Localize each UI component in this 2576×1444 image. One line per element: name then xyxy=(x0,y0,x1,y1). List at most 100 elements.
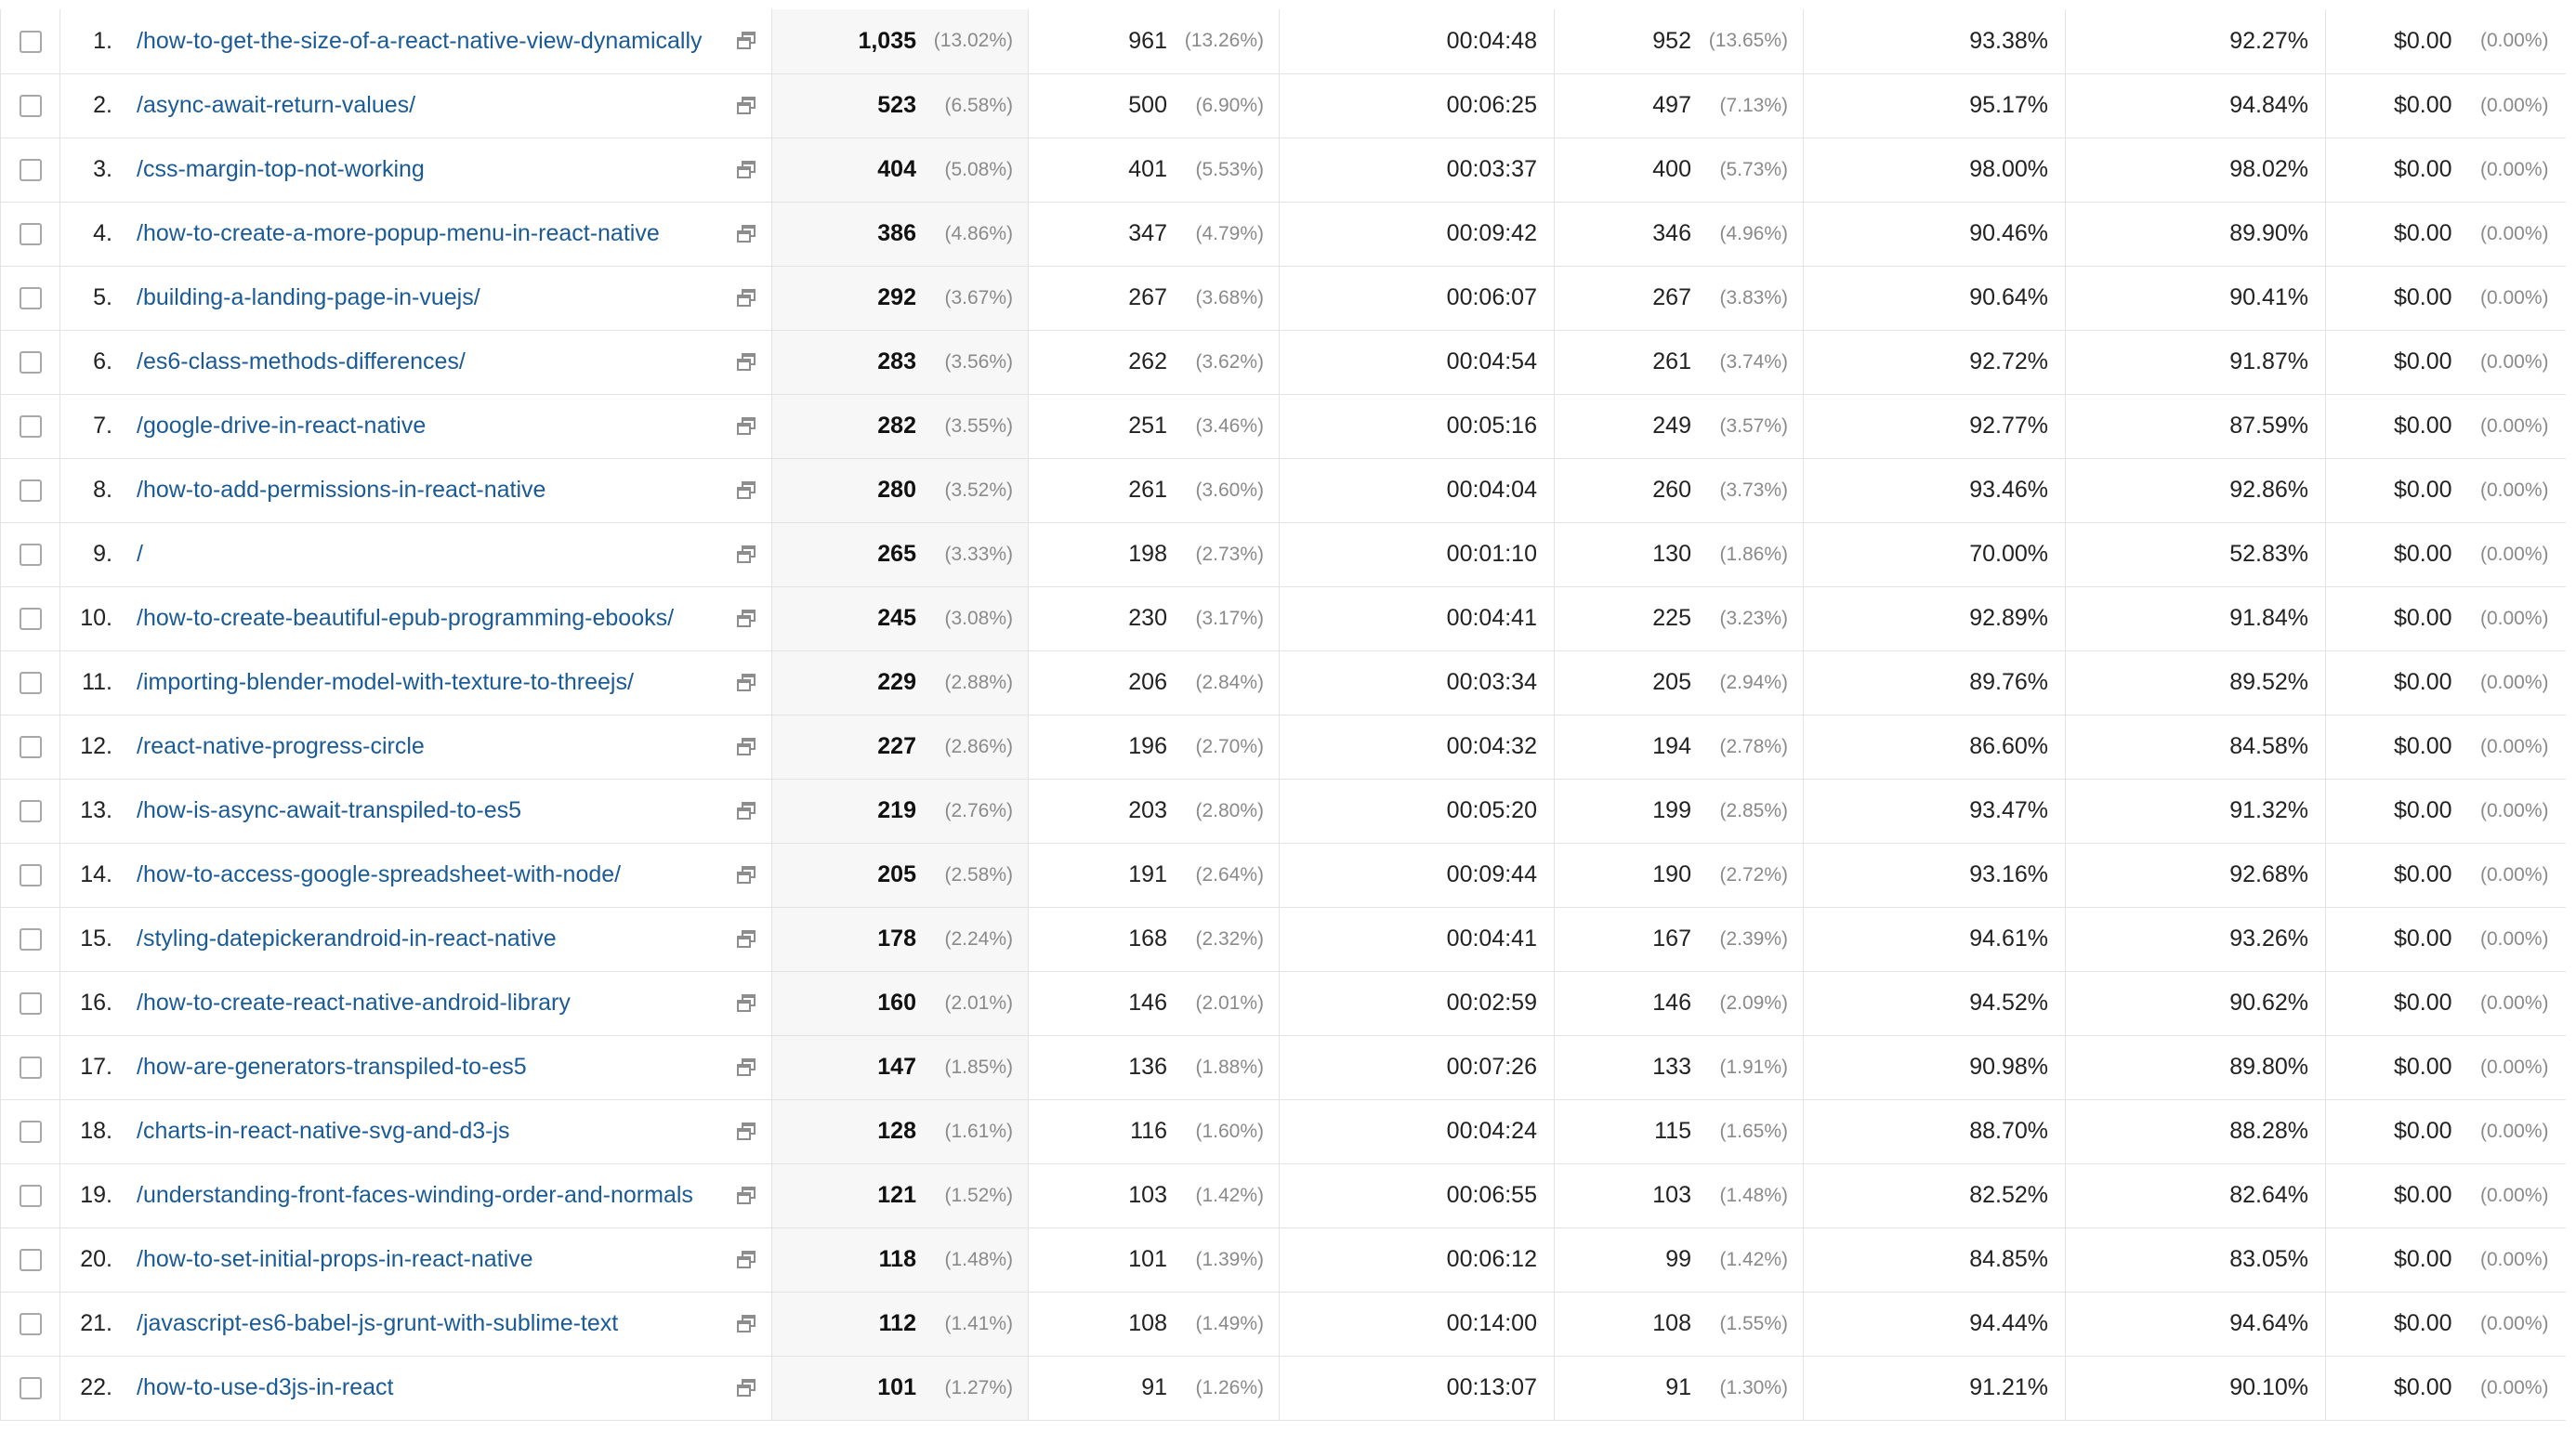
row-checkbox[interactable] xyxy=(19,1121,42,1144)
row-checkbox[interactable] xyxy=(19,608,42,631)
page-value-percent: (0.00%) xyxy=(2479,1184,2549,1206)
open-in-new-window-icon[interactable] xyxy=(736,1122,756,1141)
page-link[interactable]: /charts-in-react-native-svg-and-d3-js xyxy=(137,1118,736,1145)
page-link[interactable]: /importing-blender-model-with-texture-to… xyxy=(137,669,736,696)
page-link[interactable]: /understanding-front-faces-winding-order… xyxy=(137,1182,736,1209)
pageviews-percent: (2.86%) xyxy=(944,735,1013,757)
page-link[interactable]: /how-to-create-a-more-popup-menu-in-reac… xyxy=(137,220,736,247)
open-in-new-window-icon[interactable] xyxy=(736,1314,756,1333)
row-select-cell xyxy=(0,1163,60,1228)
entrances-cell: 260 (3.73%) xyxy=(1554,458,1804,523)
page-link[interactable]: /how-are-generators-transpiled-to-es5 xyxy=(137,1054,736,1081)
row-checkbox[interactable] xyxy=(19,223,42,246)
row-checkbox[interactable] xyxy=(19,928,42,952)
exit-rate-cell: 82.64% xyxy=(2065,1163,2326,1228)
pageviews-value: 121 xyxy=(877,1182,916,1208)
page-link[interactable]: /react-native-progress-circle xyxy=(137,733,736,760)
page-link[interactable]: /building-a-landing-page-in-vuejs/ xyxy=(137,284,736,311)
row-checkbox[interactable] xyxy=(19,95,42,118)
avg-time-cell: 00:06:25 xyxy=(1279,73,1555,138)
row-checkbox[interactable] xyxy=(19,1057,42,1080)
open-in-new-window-icon[interactable] xyxy=(736,416,756,436)
entrances-value: 952 xyxy=(1652,27,1691,54)
avg-time-value: 00:04:24 xyxy=(1446,1118,1537,1144)
open-in-new-window-icon[interactable] xyxy=(736,545,756,564)
page-link[interactable]: /how-to-create-react-native-android-libr… xyxy=(137,990,736,1017)
row-select-cell xyxy=(0,522,60,587)
open-in-new-window-icon[interactable] xyxy=(736,288,756,308)
open-in-new-window-icon[interactable] xyxy=(736,224,756,243)
row-checkbox[interactable] xyxy=(19,159,42,182)
unique-pageviews-cell: 116 (1.60%) xyxy=(1028,1099,1280,1164)
open-in-new-window-icon[interactable] xyxy=(736,929,756,949)
open-in-new-window-icon[interactable] xyxy=(736,1250,756,1269)
page-value-cell: $0.00 (0.00%) xyxy=(2325,650,2566,715)
bounce-rate-value: 82.52% xyxy=(1969,1182,2048,1208)
row-checkbox[interactable] xyxy=(19,992,42,1016)
row-checkbox[interactable] xyxy=(19,1249,42,1272)
bounce-rate-value: 88.70% xyxy=(1969,1118,2048,1144)
row-checkbox[interactable] xyxy=(19,1185,42,1208)
open-in-new-window-icon[interactable] xyxy=(736,1186,756,1205)
open-in-new-window-icon[interactable] xyxy=(736,609,756,628)
page-link[interactable]: /async-await-return-values/ xyxy=(137,92,736,119)
page-value: $0.00 xyxy=(2393,861,2452,887)
row-checkbox[interactable] xyxy=(19,672,42,695)
page-link[interactable]: /how-to-set-initial-props-in-react-nativ… xyxy=(137,1246,736,1273)
page-link[interactable]: /how-to-get-the-size-of-a-react-native-v… xyxy=(137,28,736,55)
page-value-cell: $0.00 (0.00%) xyxy=(2325,73,2566,138)
row-checkbox[interactable] xyxy=(19,544,42,567)
open-in-new-window-icon[interactable] xyxy=(736,1378,756,1398)
page-link[interactable]: /google-drive-in-react-native xyxy=(137,413,736,440)
open-in-new-window-icon[interactable] xyxy=(736,865,756,885)
exit-rate-cell: 91.84% xyxy=(2065,586,2326,651)
pageviews-cell: 523 (6.58%) xyxy=(771,73,1029,138)
page-link[interactable]: /styling-datepickerandroid-in-react-nati… xyxy=(137,925,736,952)
page-link[interactable]: /css-margin-top-not-working xyxy=(137,156,736,183)
open-in-new-window-icon[interactable] xyxy=(736,160,756,179)
avg-time-cell: 00:05:20 xyxy=(1279,779,1555,844)
open-in-new-window-icon[interactable] xyxy=(736,480,756,500)
page-link[interactable]: /how-to-access-google-spreadsheet-with-n… xyxy=(137,861,736,888)
entrances-cell: 130 (1.86%) xyxy=(1554,522,1804,587)
row-index: 13. xyxy=(80,797,112,823)
open-in-new-window-icon[interactable] xyxy=(736,96,756,115)
row-checkbox[interactable] xyxy=(19,415,42,439)
page-link[interactable]: /how-to-create-beautiful-epub-programmin… xyxy=(137,605,736,632)
entrances-percent: (1.65%) xyxy=(1719,1120,1788,1142)
unique-pageviews-value: 168 xyxy=(1128,925,1167,952)
page-link[interactable]: /javascript-es6-babel-js-grunt-with-subl… xyxy=(137,1310,736,1337)
row-checkbox[interactable] xyxy=(19,351,42,374)
pageviews-percent: (13.02%) xyxy=(933,30,1013,52)
page-link[interactable]: /how-to-add-permissions-in-react-native xyxy=(137,477,736,504)
row-checkbox[interactable] xyxy=(19,864,42,887)
row-index: 22. xyxy=(80,1374,112,1400)
open-in-new-window-icon[interactable] xyxy=(736,673,756,692)
page-link[interactable]: / xyxy=(137,541,736,568)
page-link[interactable]: /es6-class-methods-differences/ xyxy=(137,348,736,375)
row-checkbox[interactable] xyxy=(19,1377,42,1400)
page-cell: 9. / xyxy=(59,522,772,587)
row-checkbox[interactable] xyxy=(19,736,42,759)
open-in-new-window-icon[interactable] xyxy=(736,993,756,1013)
exit-rate-value: 84.58% xyxy=(2229,733,2308,759)
row-select-cell xyxy=(0,330,60,395)
row-checkbox[interactable] xyxy=(19,31,42,54)
open-in-new-window-icon[interactable] xyxy=(736,737,756,756)
row-checkbox[interactable] xyxy=(19,1313,42,1336)
exit-rate-value: 87.59% xyxy=(2229,413,2308,439)
row-checkbox[interactable] xyxy=(19,287,42,310)
row-checkbox[interactable] xyxy=(19,800,42,823)
row-select-cell xyxy=(0,266,60,331)
row-checkbox[interactable] xyxy=(19,479,42,503)
open-in-new-window-icon[interactable] xyxy=(736,801,756,820)
pageviews-percent: (3.33%) xyxy=(944,543,1013,565)
page-link[interactable]: /how-to-use-d3js-in-react xyxy=(137,1374,736,1401)
unique-pageviews-value: 230 xyxy=(1128,605,1167,631)
page-link[interactable]: /how-is-async-await-transpiled-to-es5 xyxy=(137,797,736,824)
open-in-new-window-icon[interactable] xyxy=(736,1057,756,1077)
table-row: 18. /charts-in-react-native-svg-and-d3-j… xyxy=(0,1099,2566,1164)
avg-time-value: 00:14:00 xyxy=(1446,1310,1537,1336)
open-in-new-window-icon[interactable] xyxy=(736,352,756,372)
open-in-new-window-icon[interactable] xyxy=(736,32,756,50)
